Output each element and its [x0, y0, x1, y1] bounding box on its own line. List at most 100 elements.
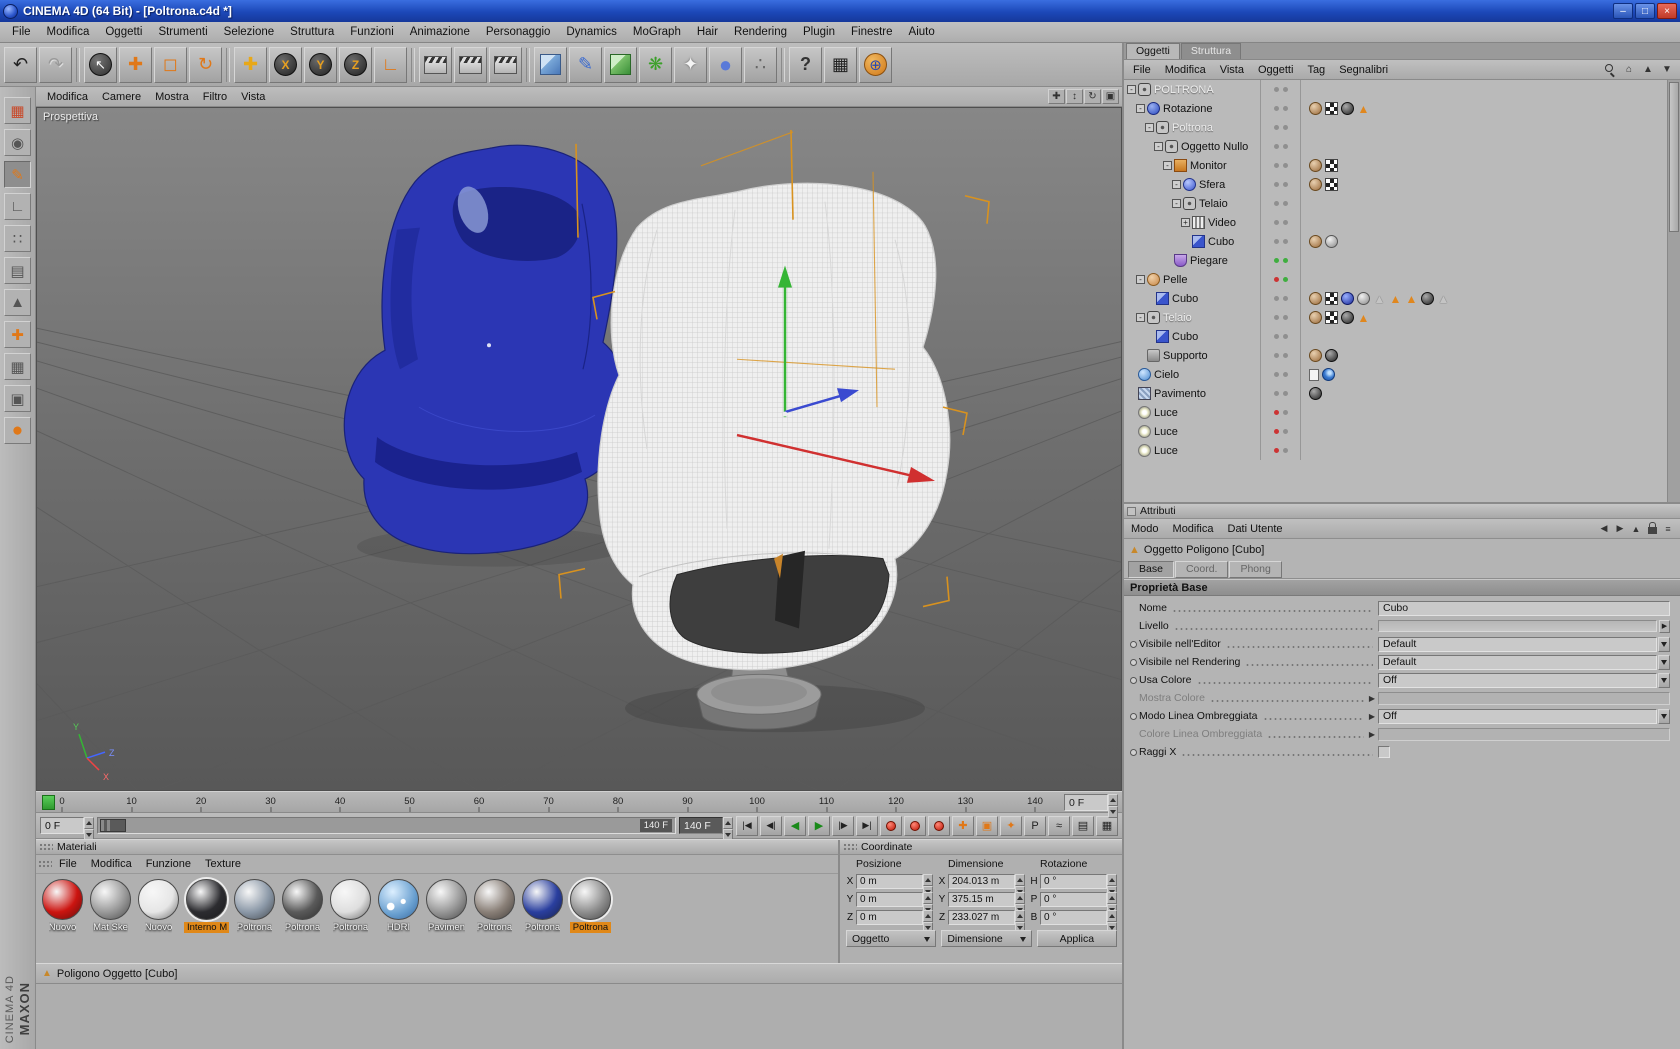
range-slider-thumb[interactable]	[100, 819, 126, 832]
expand-arrow-icon[interactable]: ▶	[1369, 694, 1375, 703]
collapse-icon[interactable]: -	[1136, 104, 1145, 113]
sphere-dark-tag-icon[interactable]	[1325, 349, 1338, 362]
axis-mode-button[interactable]: ✚	[4, 321, 31, 348]
tree-row[interactable]: -Rotazione	[1124, 99, 1667, 118]
redo-button[interactable]: ↷	[39, 47, 72, 83]
menu-file[interactable]: File	[4, 24, 39, 40]
material-sphere-icon[interactable]	[522, 879, 563, 920]
mat-tag-icon[interactable]	[1309, 102, 1322, 115]
coordinate-input[interactable]: 0 °	[1040, 892, 1107, 907]
online-help-button[interactable]: ⊕	[859, 47, 892, 83]
attributes-panel-header[interactable]: Attributi	[1124, 504, 1680, 519]
attr-menu-modo[interactable]: Modo	[1124, 522, 1166, 536]
material-item[interactable]: Interno M	[184, 879, 229, 933]
material-item[interactable]: Mat Ske	[88, 879, 133, 933]
dropdown-value[interactable]: Default	[1378, 655, 1657, 670]
content-browser-button[interactable]: ▦	[824, 47, 857, 83]
visibility-dot-icon[interactable]	[1283, 220, 1288, 225]
collapse-icon[interactable]: -	[1163, 161, 1172, 170]
apply-button[interactable]: Applica	[1037, 930, 1117, 947]
tree-row[interactable]: Cubo	[1124, 232, 1667, 251]
tree-item[interactable]: Luce	[1124, 441, 1260, 460]
visibility-dot-icon[interactable]	[1283, 277, 1288, 282]
spin-up-icon[interactable]	[1107, 892, 1117, 904]
spin-up-icon[interactable]	[84, 817, 94, 829]
help-button[interactable]: ?	[789, 47, 822, 83]
menu-strumenti[interactable]: Strumenti	[150, 24, 215, 40]
tree-item[interactable]: -Rotazione	[1124, 99, 1260, 118]
materials-menu-texture[interactable]: Texture	[198, 857, 248, 871]
material-item[interactable]: Poltrona	[520, 879, 565, 933]
visibility-dot-icon[interactable]	[1274, 372, 1279, 377]
pla-button[interactable]: P	[1024, 816, 1046, 836]
panel-grip-icon[interactable]	[843, 843, 857, 852]
home-icon[interactable]: ⌂	[1621, 63, 1637, 77]
lock-icon[interactable]	[1646, 522, 1658, 536]
menu-rendering[interactable]: Rendering	[726, 24, 795, 40]
expand-arrow-icon[interactable]: ▶	[1369, 712, 1375, 721]
collapse-icon[interactable]: -	[1145, 123, 1154, 132]
visibility-dot-icon[interactable]	[1274, 87, 1279, 92]
visibility-dot-icon[interactable]	[1274, 277, 1279, 282]
goto-start-button[interactable]: |◀	[736, 816, 758, 836]
simulation-mode-button[interactable]: ●	[4, 417, 31, 444]
play-forward-button[interactable]: ▶	[808, 816, 830, 836]
tree-row[interactable]: Cubo	[1124, 327, 1667, 346]
coordinate-input[interactable]: 204.013 m	[948, 874, 1015, 889]
add-particles-button[interactable]: ∴	[744, 47, 777, 83]
material-item[interactable]: Poltrona	[232, 879, 277, 933]
render-picture-viewer-button[interactable]	[454, 47, 487, 83]
visibility-dot-icon[interactable]	[1283, 391, 1288, 396]
add-cube-button[interactable]	[534, 47, 567, 83]
menu-plugin[interactable]: Plugin	[795, 24, 843, 40]
menu-funzioni[interactable]: Funzioni	[342, 24, 401, 40]
viewport-menu-modifica[interactable]: Modifica	[40, 89, 95, 105]
live-selection-tool[interactable]: ↖	[84, 47, 117, 83]
visibility-dot-icon[interactable]	[1283, 87, 1288, 92]
record-parameter-button[interactable]	[928, 816, 950, 836]
object-label[interactable]: Pelle	[1163, 274, 1187, 286]
visibility-dot-icon[interactable]	[1274, 201, 1279, 206]
material-item[interactable]: Poltrona	[280, 879, 325, 933]
object-label[interactable]: Cubo	[1208, 236, 1234, 248]
viewport-menu-camere[interactable]: Camere	[95, 89, 148, 105]
minimize-button[interactable]: –	[1613, 3, 1633, 19]
material-sphere-icon[interactable]	[426, 879, 467, 920]
play-backward-button[interactable]: ◀	[784, 816, 806, 836]
record-position-button[interactable]	[904, 816, 926, 836]
material-sphere-icon[interactable]	[570, 879, 611, 920]
menu-finestre[interactable]: Finestre	[843, 24, 901, 40]
sphere-dark-tag-icon[interactable]	[1421, 292, 1434, 305]
add-metaball-button[interactable]: ●	[709, 47, 742, 83]
viewport[interactable]: Y Z X Prospettiva	[36, 107, 1122, 791]
points-mode-button[interactable]: ∷	[4, 225, 31, 252]
visibility-dot-icon[interactable]	[1274, 448, 1279, 453]
visibility-dot-icon[interactable]	[1274, 391, 1279, 396]
material-sphere-icon[interactable]	[474, 879, 515, 920]
tree-row[interactable]: -Pelle	[1124, 270, 1667, 289]
visibility-dot-icon[interactable]	[1274, 220, 1279, 225]
object-label[interactable]: Cubo	[1172, 331, 1198, 343]
spin-up-icon[interactable]	[923, 910, 933, 922]
material-item[interactable]: Poltrona	[328, 879, 373, 933]
visibility-dot-icon[interactable]	[1283, 258, 1288, 263]
viewport-menu-mostra[interactable]: Mostra	[148, 89, 196, 105]
tree-row[interactable]: Cielo	[1124, 365, 1667, 384]
visibility-dot-icon[interactable]	[1274, 144, 1279, 149]
mat-tag-icon[interactable]	[1309, 349, 1322, 362]
toggle-view-icon[interactable]: ▣	[1102, 89, 1119, 104]
visibility-dot-icon[interactable]	[1274, 106, 1279, 111]
visibility-dot-icon[interactable]	[1274, 429, 1279, 434]
materials-menu-funzione[interactable]: Funzione	[139, 857, 198, 871]
tab-coord[interactable]: Coord.	[1175, 561, 1229, 578]
frame-input[interactable]: 0 F	[1064, 794, 1108, 811]
tri-orange-tag-icon[interactable]	[1389, 292, 1402, 305]
material-item[interactable]: Pavimen	[424, 879, 469, 933]
viewport-canvas[interactable]: Y Z X	[37, 108, 1121, 790]
panel-menu-icon[interactable]: ≡	[1662, 522, 1674, 536]
material-sphere-icon[interactable]	[330, 879, 371, 920]
keyframe-position-button[interactable]: ✚	[952, 816, 974, 836]
visibility-dot-icon[interactable]	[1274, 315, 1279, 320]
workplane-mode-button[interactable]: ∟	[4, 193, 31, 220]
spin-down-icon[interactable]	[1108, 806, 1118, 818]
